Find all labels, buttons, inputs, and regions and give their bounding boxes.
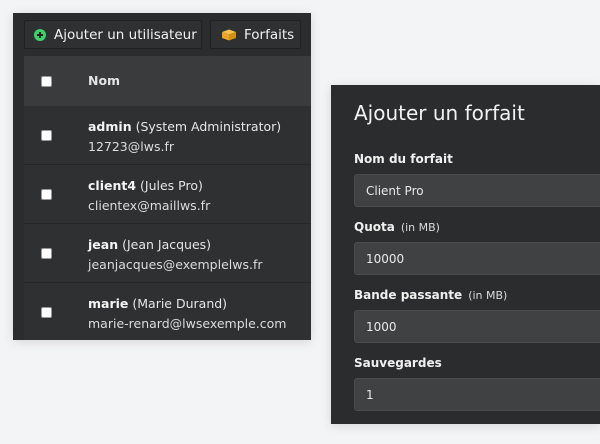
plans-label: Forfaits bbox=[244, 26, 295, 43]
quota-unit: (in MB) bbox=[400, 221, 440, 234]
add-user-button[interactable]: Ajouter un utilisateur bbox=[24, 20, 202, 49]
username: admin bbox=[88, 119, 132, 134]
table-row: marie (Marie Durand) marie-renard@lwsexe… bbox=[24, 283, 311, 340]
row-checkbox[interactable] bbox=[41, 248, 52, 259]
select-all-checkbox[interactable] bbox=[41, 76, 52, 87]
row-checkbox[interactable] bbox=[41, 130, 52, 141]
backups-label-text: Sauvegardes bbox=[354, 356, 442, 370]
plan-form-title: Ajouter un forfait bbox=[354, 101, 525, 125]
username: client4 bbox=[88, 178, 137, 193]
quota-label: Quota (in MB) bbox=[354, 220, 440, 234]
table-row: client4 (Jules Pro) clientex@maillws.fr bbox=[24, 165, 311, 224]
table-row: jean (Jean Jacques) jeanjacques@exemplel… bbox=[24, 224, 311, 283]
bandwidth-unit: (in MB) bbox=[468, 289, 508, 302]
user-name: marie (Marie Durand) bbox=[88, 296, 227, 311]
table-row: admin (System Administrator) 12723@lws.f… bbox=[24, 106, 311, 165]
box-icon bbox=[221, 29, 237, 41]
bandwidth-label: Bande passante (in MB) bbox=[354, 288, 507, 302]
user-name: jean (Jean Jacques) bbox=[88, 237, 211, 252]
users-panel: Ajouter un utilisateur Forfaits Nom admi… bbox=[13, 13, 311, 340]
backups-input[interactable] bbox=[354, 378, 600, 411]
username: jean bbox=[88, 237, 119, 252]
table-header: Nom bbox=[24, 56, 311, 106]
plan-name-input[interactable] bbox=[354, 174, 600, 207]
plus-circle-icon bbox=[34, 28, 46, 41]
row-checkbox[interactable] bbox=[41, 307, 52, 318]
bandwidth-label-text: Bande passante bbox=[354, 288, 463, 302]
user-name: client4 (Jules Pro) bbox=[88, 178, 203, 193]
add-user-label: Ajouter un utilisateur bbox=[54, 26, 197, 43]
add-plan-panel: Ajouter un forfait Nom du forfait Quota (… bbox=[331, 85, 600, 424]
full-name: (System Administrator) bbox=[135, 119, 282, 134]
user-email: clientex@maillws.fr bbox=[88, 198, 211, 213]
row-checkbox[interactable] bbox=[41, 189, 52, 200]
quota-input[interactable] bbox=[354, 242, 600, 275]
user-name: admin (System Administrator) bbox=[88, 119, 281, 134]
username: marie bbox=[88, 296, 129, 311]
full-name: (Jean Jacques) bbox=[122, 237, 212, 252]
plan-name-label: Nom du forfait bbox=[354, 152, 453, 166]
full-name: (Jules Pro) bbox=[140, 178, 203, 193]
users-toolbar: Ajouter un utilisateur Forfaits bbox=[13, 13, 311, 56]
full-name: (Marie Durand) bbox=[132, 296, 228, 311]
user-email: jeanjacques@exemplelws.fr bbox=[88, 257, 263, 272]
backups-label: Sauvegardes bbox=[354, 356, 442, 370]
user-email: marie-renard@lwsexemple.com bbox=[88, 316, 287, 331]
quota-label-text: Quota bbox=[354, 220, 395, 234]
column-name-header[interactable]: Nom bbox=[88, 73, 120, 88]
plan-name-label-text: Nom du forfait bbox=[354, 152, 453, 166]
plans-button[interactable]: Forfaits bbox=[210, 20, 301, 49]
bandwidth-input[interactable] bbox=[354, 310, 600, 343]
user-email: 12723@lws.fr bbox=[88, 139, 174, 154]
